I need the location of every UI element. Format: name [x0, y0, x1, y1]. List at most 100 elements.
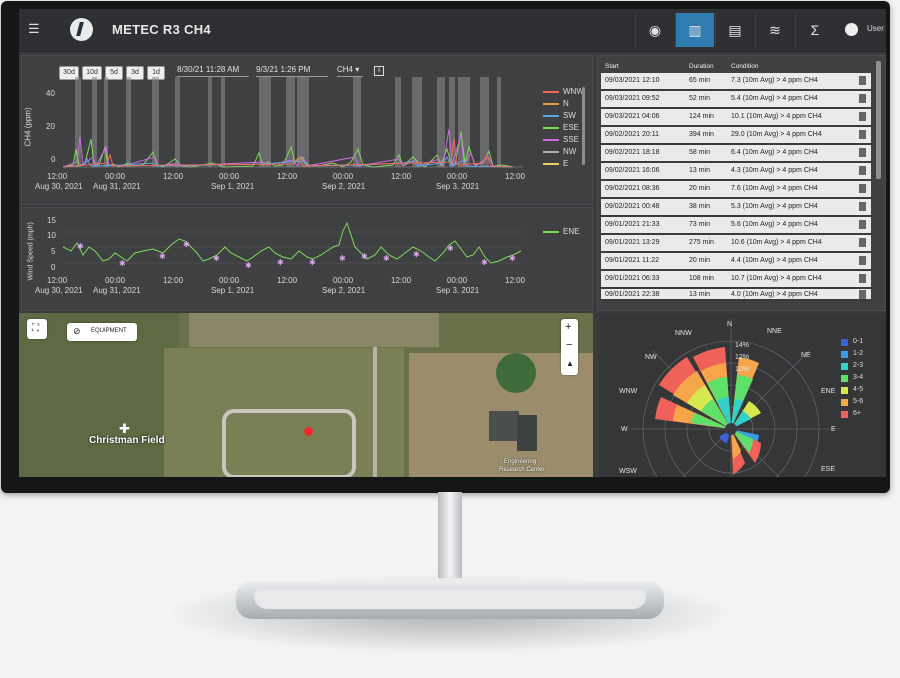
- zoom-in-button[interactable]: +: [565, 321, 571, 333]
- chart-icon[interactable]: ▥: [675, 13, 714, 47]
- legend-n[interactable]: N: [563, 99, 569, 108]
- speed-legend-label[interactable]: 5-6: [853, 398, 863, 405]
- legend-swatch: [543, 127, 559, 129]
- list-icon[interactable]: ≋: [755, 13, 794, 47]
- map-road-loop: [222, 409, 356, 477]
- species-select[interactable]: CH4 ▾: [337, 65, 363, 77]
- svg-text:✱: ✱: [213, 254, 220, 263]
- legend-sw[interactable]: SW: [563, 111, 576, 120]
- table-row[interactable]: 09/01/2021 21:33 73 min 5.6 (10m Avg) > 4 …: [601, 217, 871, 235]
- document-icon[interactable]: [859, 202, 866, 211]
- col-start[interactable]: Start: [605, 63, 619, 70]
- document-icon[interactable]: [859, 112, 866, 121]
- speed-legend-label[interactable]: 6+: [853, 410, 861, 417]
- equipment-toggle-button[interactable]: ⊘ EQUIPMENT: [67, 323, 137, 341]
- cell-start: 09/03/2021 09:52: [605, 95, 660, 102]
- sensor-marker[interactable]: [304, 427, 313, 436]
- legend-ese[interactable]: ESE: [563, 123, 579, 132]
- cell-condition: 4.3 (10m Avg) > 4 ppm CH4: [731, 167, 818, 174]
- svg-text:✱: ✱: [77, 242, 84, 251]
- fullscreen-icon: ⛶: [32, 323, 39, 334]
- speed-legend-label[interactable]: 4-5: [853, 386, 863, 393]
- export-icon[interactable]: ⇩: [374, 66, 384, 76]
- cell-duration: 20 min: [689, 185, 711, 192]
- document-icon[interactable]: [859, 166, 866, 175]
- start-datetime-input[interactable]: 8/30/21 11:28 AM: [177, 65, 249, 77]
- col-condition[interactable]: Condition: [731, 63, 758, 70]
- legend-wnw[interactable]: WNW: [563, 87, 584, 96]
- legend-scrollbar[interactable]: [582, 87, 585, 165]
- speed-legend-label[interactable]: 2-3: [853, 362, 863, 369]
- speed-legend-label[interactable]: 1-2: [853, 350, 863, 357]
- table-row[interactable]: 09/02/2021 18:18 58 min 6.4 (10m Avg) > 4 …: [601, 145, 871, 163]
- legend-e[interactable]: E: [563, 159, 568, 168]
- gauge-icon[interactable]: ◉: [635, 13, 674, 47]
- table-row[interactable]: 09/02/2021 16:06 13 min 4.3 (10m Avg) > 4 …: [601, 163, 871, 181]
- site-map[interactable]: ✚ Christman Field Engineering Research C…: [19, 313, 593, 477]
- document-icon[interactable]: [859, 290, 866, 299]
- cell-duration: 65 min: [689, 77, 711, 84]
- fullscreen-button[interactable]: ⛶: [27, 319, 47, 339]
- legend-ene[interactable]: ENE: [563, 227, 579, 236]
- table-row[interactable]: 09/02/2021 20:11 394 min 29.0 (10m Avg) > …: [601, 127, 871, 145]
- map-label-research: Research Center: [499, 467, 545, 473]
- wind-xtick: 00:00: [333, 276, 354, 285]
- legend-swatch: [543, 231, 559, 233]
- document-icon[interactable]: [859, 76, 866, 85]
- monitor-bezel: ☰ METEC R3 CH4 ◉ ▥ ▤ ≋ Σ User 30d 10d 5d…: [1, 1, 890, 493]
- document-icon[interactable]: [859, 148, 866, 157]
- user-avatar[interactable]: [845, 23, 858, 36]
- document-icon[interactable]: [859, 274, 866, 283]
- document-icon[interactable]: [859, 220, 866, 229]
- wind-xtick: 12:00: [505, 276, 526, 285]
- svg-text:✱: ✱: [183, 240, 190, 249]
- table-row[interactable]: 09/02/2021 00:48 38 min 5.3 (10m Avg) > 4 …: [601, 199, 871, 217]
- user-label[interactable]: User: [867, 24, 884, 33]
- table-row[interactable]: 09/01/2021 22:38 13 min 4.0 (10m Avg) > 4 …: [601, 289, 871, 301]
- sigma-icon[interactable]: Σ: [795, 13, 834, 47]
- table-row[interactable]: 09/01/2021 06:33 108 min 10.7 (10m Avg) > …: [601, 271, 871, 289]
- speed-legend-swatch: [841, 339, 848, 346]
- cell-start: 09/02/2021 00:48: [605, 203, 660, 210]
- printer-icon[interactable]: ▤: [715, 13, 754, 47]
- wind-xtick: 12:00: [47, 276, 68, 285]
- wind-datetick: Aug 30, 2021: [35, 286, 83, 295]
- document-icon[interactable]: [859, 256, 866, 265]
- svg-text:✱: ✱: [447, 244, 454, 253]
- legend-sse[interactable]: SSE: [563, 135, 579, 144]
- table-row[interactable]: 09/01/2021 13:29 275 min 10.6 (10m Avg) > …: [601, 235, 871, 253]
- cell-condition: 7.3 (10m Avg) > 4 ppm CH4: [731, 77, 818, 84]
- wind-ytick: 10: [47, 231, 56, 240]
- table-row[interactable]: 09/01/2021 11:22 20 min 4.4 (10m Avg) > 4 …: [601, 253, 871, 271]
- table-row[interactable]: 09/03/2021 12:10 65 min 7.3 (10m Avg) > 4 …: [601, 73, 871, 91]
- speed-legend-label[interactable]: 3-4: [853, 374, 863, 381]
- end-datetime-input[interactable]: 9/3/21 1:26 PM: [256, 65, 328, 77]
- cell-duration: 52 min: [689, 95, 711, 102]
- ch4-xtick: 00:00: [219, 172, 240, 181]
- speed-legend-swatch: [841, 363, 848, 370]
- table-scrollbar[interactable]: [876, 61, 881, 179]
- document-icon[interactable]: [859, 94, 866, 103]
- compass-button[interactable]: ▲: [566, 359, 574, 368]
- table-row[interactable]: 09/02/2021 08:36 20 min 7.6 (10m Avg) > 4 …: [601, 181, 871, 199]
- table-row[interactable]: 09/03/2021 09:52 52 min 5.4 (10m Avg) > 4 …: [601, 91, 871, 109]
- document-icon[interactable]: [859, 184, 866, 193]
- legend-swatch: [543, 91, 559, 93]
- table-row[interactable]: 09/03/2021 04:06 124 min 10.1 (10m Avg) > …: [601, 109, 871, 127]
- legend-nw[interactable]: NW: [563, 147, 576, 156]
- zoom-out-button[interactable]: −: [566, 339, 572, 351]
- document-icon[interactable]: [859, 238, 866, 247]
- col-duration[interactable]: Duration: [689, 63, 714, 70]
- menu-icon[interactable]: ☰: [28, 22, 40, 36]
- cell-duration: 13 min: [689, 291, 711, 298]
- map-building: [489, 411, 519, 441]
- cell-start: 09/03/2021 04:06: [605, 113, 660, 120]
- wind-xtick: 12:00: [277, 276, 298, 285]
- events-table-header: Start Duration Condition: [601, 60, 877, 72]
- svg-text:✱: ✱: [339, 254, 346, 263]
- ch4-xtick: 12:00: [277, 172, 298, 181]
- speed-legend-label[interactable]: 0-1: [853, 338, 863, 345]
- document-icon[interactable]: [859, 130, 866, 139]
- zoom-controls: + − ▲: [561, 319, 578, 375]
- wind-datetick: Sep 2, 2021: [322, 286, 366, 295]
